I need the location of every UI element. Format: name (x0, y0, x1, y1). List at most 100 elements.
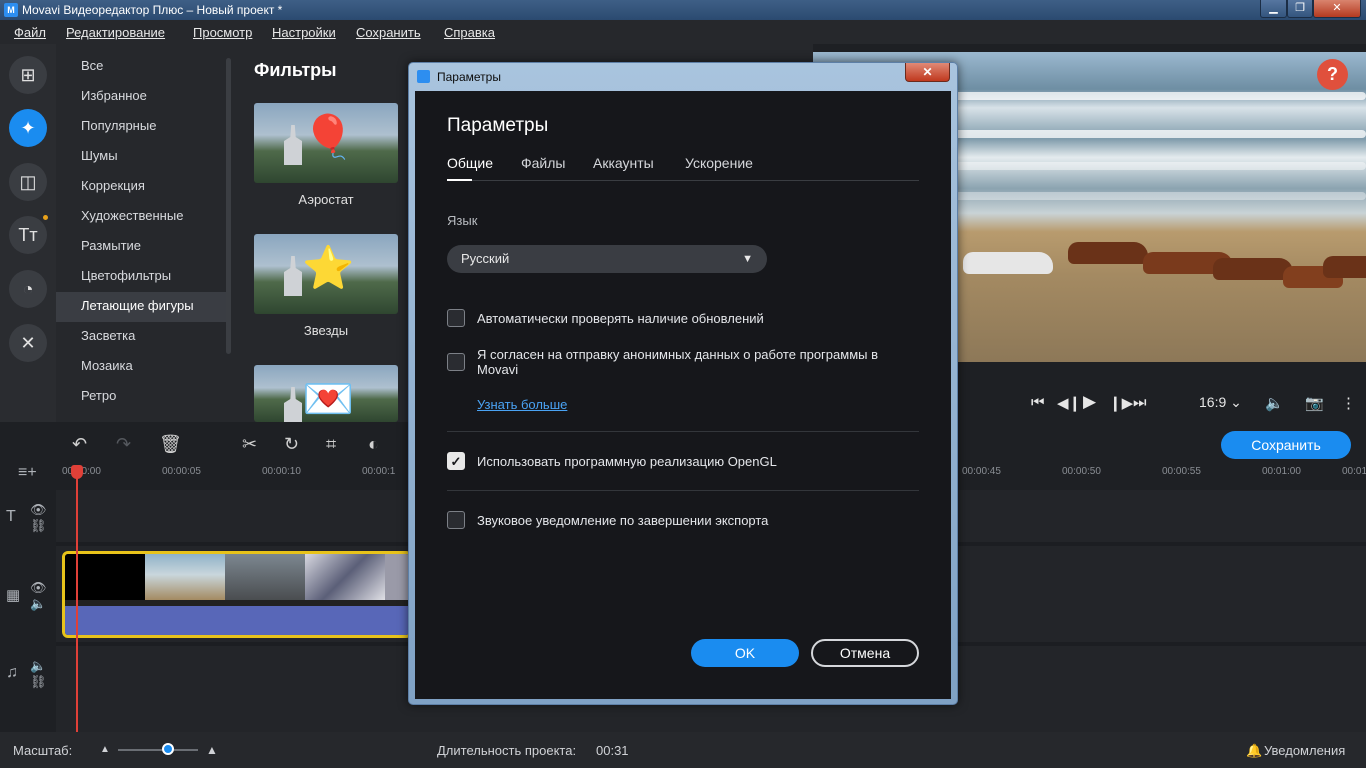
volume-icon[interactable]: 🔈 (1265, 394, 1284, 412)
category-item[interactable]: Ретро (56, 382, 228, 412)
zoom-out-icon[interactable]: ▲ (100, 744, 110, 755)
ruler-tick: 00:00:10 (262, 466, 301, 477)
menu-view[interactable]: Просмотр (193, 25, 252, 40)
category-item[interactable]: Все (56, 52, 228, 82)
notifications-link[interactable]: Уведомления (1264, 743, 1345, 758)
category-item[interactable]: Художественные (56, 202, 228, 232)
skip-start-icon[interactable]: ⏮ (1031, 394, 1045, 411)
category-item[interactable]: Размытие (56, 232, 228, 262)
star-icon: ⭐ (302, 244, 355, 291)
color-adjust-icon[interactable]: ◐ (368, 434, 379, 455)
play-icon[interactable]: ▶ (1083, 392, 1096, 412)
titles-icon[interactable]: Tт (9, 216, 47, 254)
ok-button[interactable]: OK (691, 639, 799, 667)
divider (447, 490, 919, 491)
castle-image (284, 125, 302, 165)
horse (963, 252, 1053, 274)
language-label: Язык (447, 213, 478, 228)
zoom-slider-track[interactable] (118, 749, 198, 751)
settings-dialog: Параметры ✕ Параметры Общие Файлы Аккаун… (408, 62, 958, 705)
crop-icon[interactable]: ⌗ (326, 434, 336, 455)
bell-icon[interactable]: 🔔 (1246, 743, 1262, 759)
help-button[interactable]: ? (1317, 59, 1348, 90)
save-button[interactable]: Сохранить (1221, 431, 1351, 459)
zoom-slider-knob[interactable] (162, 743, 174, 755)
tab-acceleration[interactable]: Ускорение (685, 155, 753, 171)
filter-thumbnail[interactable]: ⭐ (254, 234, 398, 314)
link-icon[interactable]: ⛓ (30, 518, 47, 534)
tools-icon[interactable]: ✕ (9, 324, 47, 362)
track-controls: ≡+ T 👁 ⛓ ▦ 👁 🔈 ♫ 🔈 ⛓ (0, 464, 56, 732)
language-select[interactable]: Русский ▼ (447, 245, 767, 273)
zoom-in-icon[interactable]: ▲ (206, 743, 218, 757)
anonymous-data-checkbox[interactable] (447, 353, 465, 371)
opengl-label: Использовать программную реализацию Open… (477, 454, 777, 469)
horse (1323, 256, 1366, 278)
category-item[interactable]: Засветка (56, 322, 228, 352)
playhead[interactable] (76, 466, 78, 732)
transitions-icon[interactable]: ◫ (9, 163, 47, 201)
link-icon[interactable]: ⛓ (30, 674, 47, 690)
category-item-selected[interactable]: Летающие фигуры (56, 292, 228, 322)
cancel-button[interactable]: Отмена (811, 639, 919, 667)
snapshot-icon[interactable]: 📷 (1305, 394, 1324, 412)
close-window-button[interactable]: ✕ (1313, 0, 1361, 18)
category-item[interactable]: Популярные (56, 112, 228, 142)
add-track-icon[interactable]: ≡+ (18, 464, 37, 482)
love-letter-icon: 💌 (302, 375, 355, 422)
tab-general[interactable]: Общие (447, 155, 493, 171)
minimize-button[interactable]: ▁ (1260, 0, 1287, 18)
undo-icon[interactable]: ↶ (72, 434, 87, 455)
category-scrollbar[interactable] (226, 58, 231, 354)
cut-icon[interactable]: ✂ (242, 434, 257, 455)
auto-update-checkbox[interactable] (447, 309, 465, 327)
sound-notification-checkbox[interactable] (447, 511, 465, 529)
video-clip[interactable] (62, 551, 412, 638)
filter-thumbnail[interactable]: 🎈 (254, 103, 398, 183)
balloon-icon: 🎈 (302, 113, 355, 160)
aspect-ratio-select[interactable]: 16:9 ⌄ (1199, 394, 1242, 411)
import-icon[interactable]: ⊞ (9, 56, 47, 94)
maximize-button[interactable]: ❐ (1287, 0, 1313, 18)
ruler-tick: 00:00:45 (962, 466, 1001, 477)
learn-more-link[interactable]: Узнать больше (477, 397, 567, 412)
filters-icon[interactable]: ✦ (9, 109, 47, 147)
filters-heading: Фильтры (254, 60, 337, 80)
playhead-handle[interactable] (71, 465, 83, 479)
menu-file[interactable]: Файл (14, 25, 46, 40)
menu-settings[interactable]: Настройки (272, 25, 336, 40)
skip-end-icon[interactable]: ⏭ (1133, 394, 1147, 411)
redo-icon[interactable]: ↷ (116, 434, 131, 455)
category-item[interactable]: Цветофильтры (56, 262, 228, 292)
speaker-icon[interactable]: 🔈 (30, 596, 46, 612)
stickers-icon[interactable]: ◔ (9, 270, 47, 308)
dialog-tabs: Общие Файлы Аккаунты Ускорение (447, 155, 919, 181)
title-bar: M Movavi Видеоредактор Плюс – Новый прое… (0, 0, 1366, 20)
filter-thumbnail[interactable]: 💌 (254, 365, 398, 422)
next-frame-icon[interactable]: ❙▶ (1109, 394, 1133, 412)
ruler-tick: 00:00:05 (162, 466, 201, 477)
category-item[interactable]: Мозаика (56, 352, 228, 382)
dialog-body: Параметры Общие Файлы Аккаунты Ускорение… (415, 91, 951, 699)
tab-files[interactable]: Файлы (521, 155, 565, 171)
eye-icon[interactable]: 👁 (30, 502, 47, 518)
castle-image (284, 387, 302, 422)
rotate-icon[interactable]: ↻ (284, 434, 299, 455)
menu-bar: Файл Редактирование Просмотр Настройки С… (0, 20, 1366, 44)
category-item[interactable]: Коррекция (56, 172, 228, 202)
menu-edit[interactable]: Редактирование (66, 25, 165, 40)
category-item[interactable]: Избранное (56, 82, 228, 112)
prev-frame-icon[interactable]: ◀❙ (1057, 394, 1081, 412)
category-item[interactable]: Шумы (56, 142, 228, 172)
eye-icon[interactable]: 👁 (30, 580, 47, 596)
tab-accounts[interactable]: Аккаунты (593, 155, 654, 171)
opengl-checkbox[interactable]: ✓ (447, 452, 465, 470)
more-icon[interactable]: ⋮ (1341, 394, 1356, 412)
speaker-icon[interactable]: 🔈 (30, 658, 46, 674)
menu-save[interactable]: Сохранить (356, 25, 421, 40)
delete-icon[interactable]: 🗑 (159, 434, 182, 455)
menu-help[interactable]: Справка (444, 25, 495, 40)
dialog-close-button[interactable]: ✕ (905, 63, 950, 82)
duration-value: 00:31 (596, 743, 629, 758)
clip-frame (225, 554, 305, 600)
